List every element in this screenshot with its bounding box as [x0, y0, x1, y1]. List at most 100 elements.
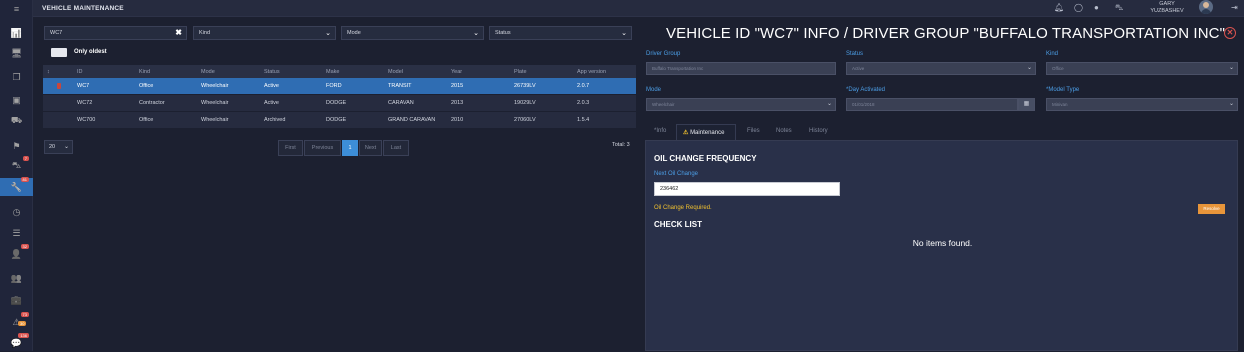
table-cell-kind: Contractor [139, 100, 165, 106]
day-activated-label: *Day Activated [846, 87, 886, 93]
sidebar-item-list[interactable]: ☰ [0, 224, 33, 242]
column-header[interactable]: ID [77, 69, 83, 75]
model-type-label: *Model Type [1046, 87, 1080, 93]
next-oil-change-input[interactable]: 236462 [654, 182, 840, 196]
chevron-down-icon: ⌄ [826, 101, 832, 107]
kind-select[interactable]: Kind ⌄ [193, 26, 336, 40]
chat-bubble-icon[interactable]: ◯ [1074, 3, 1083, 12]
clear-icon[interactable]: ✖ [175, 28, 182, 37]
next-page-button[interactable]: Next [359, 140, 382, 156]
car-notification-icon[interactable]: ⛍ [1115, 3, 1123, 13]
menu-icon: ≡ [13, 4, 20, 14]
table-cell-mode: Wheelchair [201, 117, 229, 123]
only-oldest-toggle[interactable] [51, 48, 67, 57]
flag-icon: ⚑ [12, 140, 21, 151]
table-row[interactable]: WC7 Office Wheelchair Active FORD TRANSIT 2015… [43, 78, 636, 95]
current-page-button[interactable]: 1 [342, 140, 358, 156]
tab-notes[interactable]: Notes [770, 124, 798, 140]
kind-field[interactable]: Office ⌄ [1046, 62, 1238, 75]
sidebar-item-monitor[interactable]: 🖥 [0, 44, 33, 62]
status-select[interactable]: Status ⌄ [489, 26, 632, 40]
table-cell-plate: 27060LV [514, 117, 536, 123]
column-header[interactable]: Mode [201, 69, 215, 75]
status-field[interactable]: Active ⌄ [846, 62, 1036, 75]
sidebar-item-car-front[interactable]: ⛟ [0, 112, 33, 130]
badge-count: 32 [20, 244, 29, 249]
total-count: Total: 3 [612, 142, 630, 148]
sidebar-item-group[interactable]: 👥 [0, 269, 33, 287]
kind-label: Kind [1046, 51, 1059, 57]
column-header[interactable]: Kind [139, 69, 150, 75]
table-row[interactable]: WC700 Office Wheelchair Archived DODGE GRAND … [43, 112, 636, 129]
column-header[interactable]: Year [451, 69, 462, 75]
table-cell-status: Archived [264, 117, 286, 123]
top-bar: VEHICLE MAINTENANCE 🔔︎ ◯ ● ⛍ GARY YUZBAS… [33, 0, 1244, 17]
column-header[interactable]: App version [577, 69, 606, 75]
tab-files[interactable]: Files [741, 124, 766, 140]
sidebar-item-briefcase[interactable]: 💼 [0, 291, 33, 309]
column-header[interactable]: ↕ [47, 69, 50, 75]
logout-icon[interactable]: ⇥ [1231, 3, 1238, 12]
avatar[interactable] [1199, 0, 1213, 14]
table-cell-kind: Office [139, 83, 154, 89]
sidebar-item-person[interactable]: 👤 32 [0, 244, 33, 263]
only-oldest-label: Only oldest [74, 49, 107, 55]
sidebar-item-copy[interactable]: ❐ [0, 68, 33, 86]
table-cell-plate: 19029LV [514, 100, 536, 106]
mode-label: Mode [646, 87, 662, 93]
table-cell-id: WC700 [77, 117, 96, 123]
last-page-button[interactable]: Last [383, 140, 409, 156]
maintenance-panel: OIL CHANGE FREQUENCY Next Oil Change 236… [645, 140, 1238, 351]
tab-maintenance[interactable]: ⚠ Maintenance [676, 124, 736, 140]
sidebar-item-alert[interactable]: ⚠ 73 [0, 312, 33, 331]
column-header[interactable]: Plate [514, 69, 527, 75]
sidebar-item-menu[interactable]: ≡ [0, 0, 33, 18]
table-cell-mode: Wheelchair [201, 83, 229, 89]
column-header[interactable]: Model [388, 69, 403, 75]
previous-page-button[interactable]: Previous [304, 140, 341, 156]
monitor-icon: 🖥 [10, 47, 23, 58]
tab-history[interactable]: History [803, 124, 834, 140]
bell-icon[interactable]: 🔔︎ [1054, 3, 1064, 12]
model-type-field[interactable]: Minivan ⌄ [1046, 98, 1238, 111]
page-size-select[interactable]: 20 ⌄ [44, 140, 73, 154]
checklist-heading: CHECK LIST [654, 220, 702, 229]
car-front-icon: ⛟ [10, 115, 23, 125]
sidebar-item-car[interactable]: ⛍ 7 [0, 156, 33, 175]
sidebar-item-flag[interactable]: ⚑ [0, 137, 33, 155]
table-cell-model: CARAVAN [388, 100, 414, 106]
driver-group-field[interactable]: Buffalo Transportation Inc [646, 62, 836, 75]
table-cell-year: 2010 [451, 117, 464, 123]
badge-count: 30 [18, 321, 27, 326]
group-icon: 👥 [10, 272, 23, 283]
sidebar: ≡ 📊 🖥 ❐ ▣ ⛟ ⚑ ⛍ 7 🔧 81 ◷ ☰ 👤 32 👥 💼 ⚠ 73 💬 136 30 [0, 0, 33, 351]
person-icon: 👤 [10, 248, 23, 259]
mode-select[interactable]: Mode ⌄ [341, 26, 484, 40]
chat-icon: 💬 [10, 337, 23, 348]
column-header[interactable]: Make [326, 69, 339, 75]
sidebar-item-wrench[interactable]: 🔧 81 [0, 177, 33, 196]
tab-info[interactable]: *Info [648, 124, 672, 140]
messages-icon[interactable]: ● [1094, 3, 1099, 12]
search-input[interactable]: WC7 ✖ [44, 26, 187, 40]
close-icon[interactable]: ✕ [1224, 27, 1236, 39]
sidebar-item-chart[interactable]: 📊 [0, 24, 33, 42]
calendar-icon[interactable]: ▦ [1018, 98, 1035, 111]
sidebar-item-chat[interactable]: 💬 136 [0, 333, 33, 352]
warning-icon: ⚠ [683, 130, 689, 136]
car-icon: ⛍ [11, 160, 22, 170]
wrench-icon: 🔧 [10, 181, 23, 192]
driver-group-label: Driver Group [646, 51, 681, 57]
day-activated-field[interactable]: 01/01/2018 [846, 98, 1018, 111]
mode-field[interactable]: Wheelchair ⌄ [646, 98, 836, 111]
user-name[interactable]: GARY YUZBASHEV [1145, 1, 1189, 15]
sidebar-item-bus[interactable]: ▣ [0, 91, 33, 109]
table-row[interactable]: WC72 Contractor Wheelchair Active DODGE CARAV… [43, 95, 636, 112]
table-cell-plate: 26739LV [514, 83, 536, 89]
chevron-down-icon: ⌄ [1228, 101, 1234, 107]
table-cell-id: WC7 [77, 83, 90, 89]
column-header[interactable]: Status [264, 69, 280, 75]
sidebar-item-clock[interactable]: ◷ [0, 203, 33, 221]
first-page-button[interactable]: First [278, 140, 303, 156]
resolve-button[interactable]: Resolve [1198, 204, 1225, 214]
